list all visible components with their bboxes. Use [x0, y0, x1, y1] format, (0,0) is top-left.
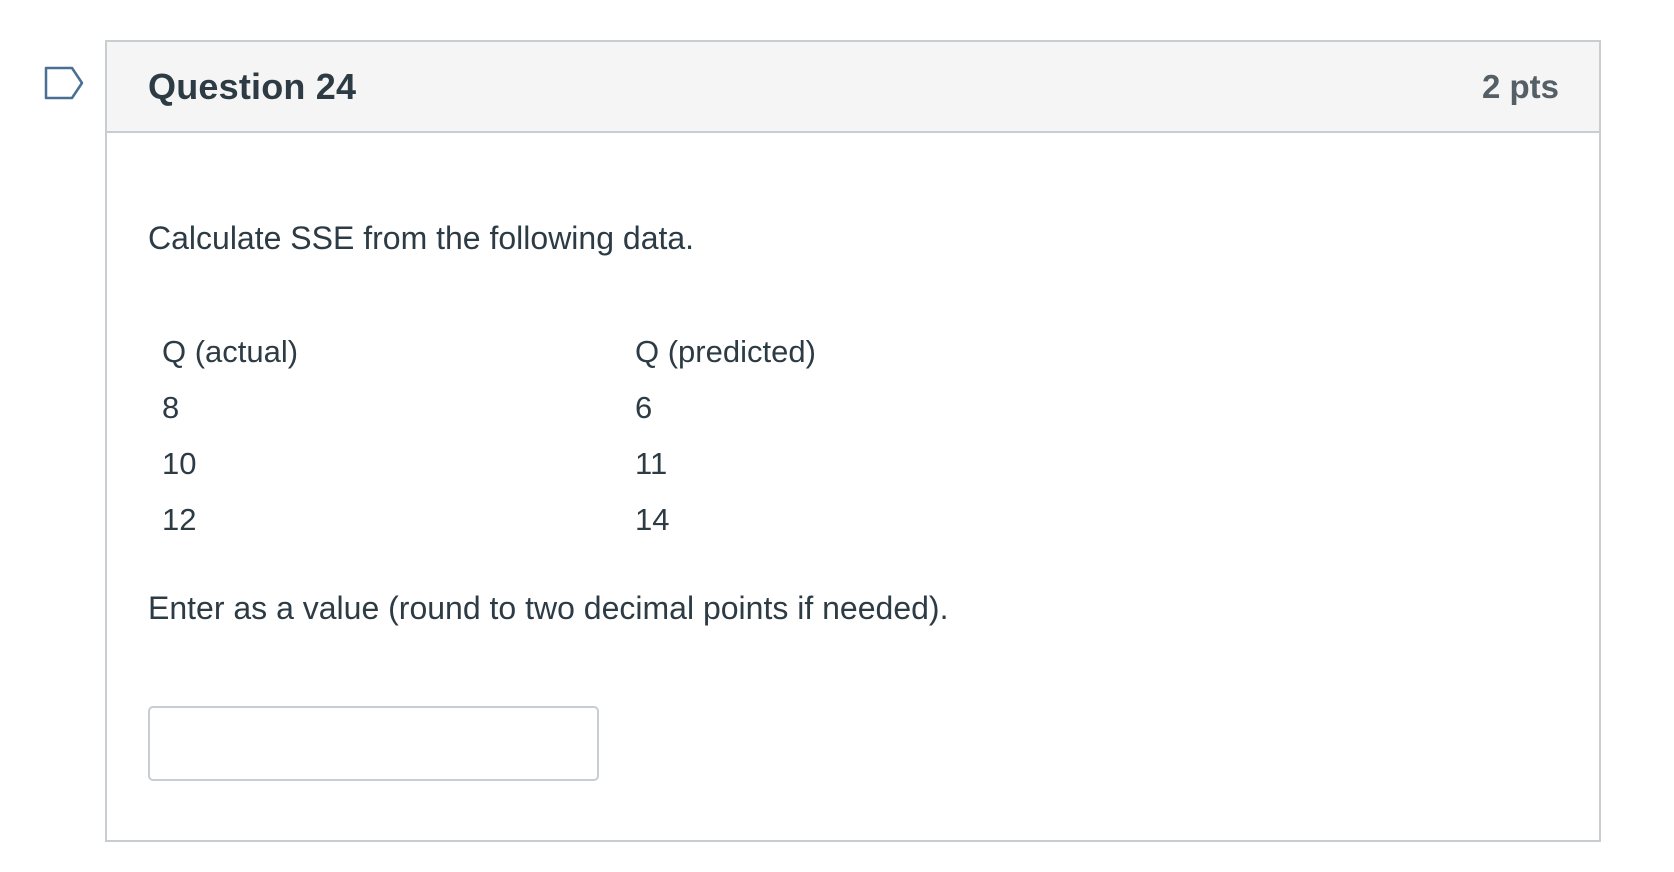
flag-question-icon[interactable]	[44, 66, 84, 100]
table-cell-actual: 10	[162, 446, 197, 481]
table-row: 10 11	[148, 436, 830, 492]
table-cell-predicted: 6	[635, 390, 653, 425]
table-header-predicted: Q (predicted)	[635, 334, 816, 369]
table-cell-actual: 8	[162, 390, 180, 425]
table-row: 12 14	[148, 492, 830, 548]
answer-input[interactable]	[148, 706, 599, 781]
table-cell-actual: 12	[162, 502, 197, 537]
table-header-actual: Q (actual)	[162, 334, 299, 369]
question-title: Question 24	[148, 65, 357, 107]
question-prompt: Calculate SSE from the following data.	[148, 220, 695, 256]
question-card: Question 24 2 pts Calculate SSE from the…	[105, 40, 1601, 842]
quiz-page: Question 24 2 pts Calculate SSE from the…	[0, 0, 1674, 872]
question-header: Question 24 2 pts	[107, 42, 1599, 133]
table-cell-predicted: 11	[635, 446, 668, 481]
table-cell-predicted: 14	[635, 502, 670, 537]
table-row: 8 6	[148, 380, 830, 436]
table-header-row: Q (actual) Q (predicted)	[148, 324, 830, 380]
answer-instruction: Enter as a value (round to two decimal p…	[148, 590, 949, 626]
data-table: Q (actual) Q (predicted) 8 6 10 11 12 14	[148, 324, 830, 548]
question-points: 2 pts	[1481, 67, 1559, 105]
